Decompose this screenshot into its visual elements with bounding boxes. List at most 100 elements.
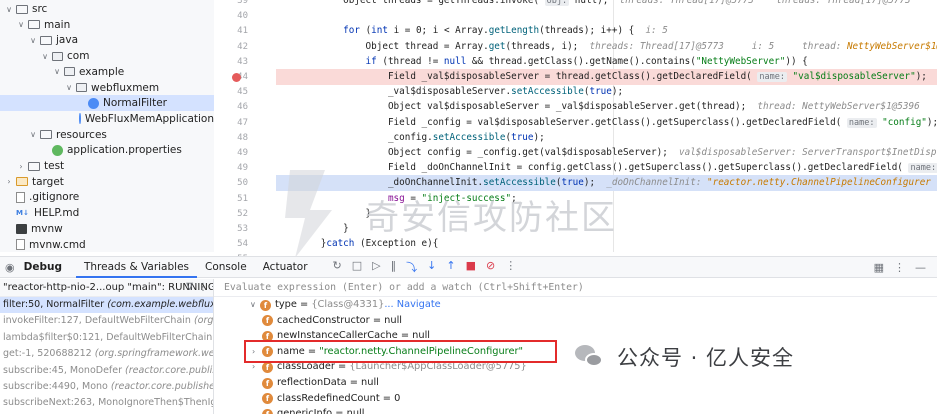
tree-item[interactable]: ∨ com bbox=[0, 48, 214, 64]
chevron-down-icon[interactable]: ∨ bbox=[28, 36, 38, 45]
thread-selector[interactable]: "reactor-http-nio-2...oup "main": RUNNIN… bbox=[0, 279, 213, 297]
code-line[interactable]: _doOnChannelInit.setAccessible(true); _d… bbox=[276, 175, 937, 192]
tree-item[interactable]: ∨ java bbox=[0, 32, 214, 48]
tree-item[interactable]: mvnw bbox=[0, 221, 214, 237]
code-token: true bbox=[589, 86, 612, 98]
code-line[interactable] bbox=[276, 8, 937, 24]
evaluate-expression-input[interactable]: Evaluate expression (Enter) or add a wat… bbox=[214, 279, 937, 297]
layout-icon[interactable]: ▦ bbox=[874, 257, 884, 279]
tree-item-label: main bbox=[44, 18, 71, 31]
editor-gutter[interactable]: 394041424344454647484949505152535455 bbox=[214, 0, 276, 264]
frame-package: (org.springfra bbox=[193, 315, 213, 327]
markdown-icon: M↓ bbox=[16, 209, 29, 218]
step-over-icon[interactable]: ⤵ bbox=[406, 259, 417, 275]
navigate-link[interactable]: ... Navigate bbox=[384, 297, 440, 313]
stack-frame[interactable]: subscribe:45, MonoDefer (reactor.core.pu… bbox=[0, 363, 213, 379]
project-tree: ∨ src ∨ main ∨ java ∨ com ∨ example ∨ webfluxmem Nor… bbox=[0, 0, 214, 252]
code-line[interactable]: Object val$disposableServer = _val$dispo… bbox=[276, 99, 937, 115]
tree-item[interactable]: .gitignore bbox=[0, 189, 214, 205]
chevron-right-icon[interactable]: › bbox=[252, 344, 262, 360]
tree-item[interactable]: M↓ HELP.md bbox=[0, 205, 214, 221]
stack-frame[interactable]: invokeFilter:127, DefaultWebFilterChain … bbox=[0, 313, 213, 329]
code-token: _doOnChannelInit. bbox=[276, 177, 484, 189]
variable-row[interactable]: f reflectionData = null bbox=[252, 375, 379, 391]
tree-item[interactable]: mvnw.cmd bbox=[0, 237, 214, 253]
stack-frame[interactable]: get:-1, 520688212 (org.springframework.w… bbox=[0, 346, 213, 362]
stop-red-icon[interactable]: ■ bbox=[466, 259, 476, 275]
variable-value: "reactor.netty.ChannelPipelineConfigurer… bbox=[319, 345, 524, 357]
chevron-down-icon[interactable]: ∨ bbox=[4, 5, 14, 14]
breakpoint-icon[interactable] bbox=[232, 72, 241, 82]
variable-equals: = bbox=[397, 330, 413, 342]
more-icon[interactable]: ⋮ bbox=[505, 259, 516, 275]
frame-method: invokeFilter:127, DefaultWebFilterChain bbox=[3, 315, 194, 327]
pause-icon[interactable]: ‖ bbox=[391, 259, 397, 275]
variable-row[interactable]: › f name = "reactor.netty.ChannelPipelineC… bbox=[252, 344, 523, 360]
stop-icon[interactable]: □ bbox=[352, 259, 362, 275]
code-line[interactable]: Field _doOnChannelInit = config.getClass… bbox=[276, 160, 937, 176]
code-line[interactable]: Object thread = Array.get(threads, i); t… bbox=[276, 39, 937, 55]
line-number: 54 bbox=[237, 239, 248, 250]
step-into-icon[interactable]: ↓ bbox=[427, 259, 436, 275]
code-line[interactable]: msg = "inject-error"; bbox=[276, 251, 937, 252]
variable-row[interactable]: f classRedefinedCount = 0 bbox=[252, 391, 400, 407]
chevron-down-icon[interactable]: ∨ bbox=[16, 20, 26, 29]
minimize-icon[interactable]: — bbox=[915, 257, 926, 279]
chevron-down-icon[interactable]: ∨ bbox=[28, 130, 38, 139]
code-line[interactable]: Field _val$disposableServer = thread.get… bbox=[276, 69, 937, 85]
mute-breakpoints-icon[interactable]: ⊘ bbox=[486, 259, 495, 275]
tree-item-label: java bbox=[56, 34, 78, 47]
step-out-icon[interactable]: ↑ bbox=[446, 259, 455, 275]
variable-name: classLoader bbox=[277, 361, 335, 373]
rerun-icon[interactable]: ↻ bbox=[333, 259, 342, 275]
code-token: ); bbox=[533, 131, 545, 143]
variable-row[interactable]: ∨ f type = {Class@4331} ... Navigate bbox=[250, 297, 441, 313]
more-icon[interactable]: ⋮ bbox=[894, 257, 905, 279]
chevron-down-icon[interactable]: ∨ bbox=[250, 297, 260, 313]
tree-item[interactable]: › target bbox=[0, 174, 214, 190]
code-line[interactable]: if (thread != null && thread.getClass().… bbox=[276, 54, 937, 70]
filter-icon[interactable]: ∇ bbox=[186, 279, 193, 297]
field-icon: f bbox=[260, 299, 271, 311]
tree-item[interactable]: WebFluxMemApplication bbox=[0, 111, 214, 127]
tree-item[interactable]: › test bbox=[0, 158, 214, 174]
stack-frame[interactable]: subscribeNext:263, MonoIgnoreThen$ThenIg… bbox=[0, 395, 213, 411]
chevron-down-icon[interactable]: ∨ bbox=[52, 67, 62, 76]
code-token: Object config = _config.get(val$disposab… bbox=[276, 147, 679, 158]
more-icon[interactable]: ⋮ bbox=[198, 279, 208, 297]
tree-item[interactable]: application.properties bbox=[0, 142, 214, 158]
variable-row[interactable]: f genericInfo = null bbox=[252, 406, 364, 414]
tab-console[interactable]: Console bbox=[197, 256, 255, 278]
variable-name: genericInfo bbox=[277, 408, 333, 414]
tree-item-label: webfluxmem bbox=[91, 81, 160, 94]
chevron-right-icon[interactable]: › bbox=[252, 359, 262, 375]
stack-frame[interactable]: filter:50, NormalFilter (com.example.web… bbox=[0, 297, 213, 314]
tree-item[interactable]: ∨ main bbox=[0, 17, 214, 33]
tree-item[interactable]: ∨ resources bbox=[0, 127, 214, 143]
stack-frame[interactable]: lambda$filter$0:121, DefaultWebFilterCha… bbox=[0, 330, 213, 346]
code-token: NettyWebServer$1@5396 bbox=[846, 40, 937, 52]
stack-frame[interactable]: subscribe:4490, Mono (reactor.core.publi… bbox=[0, 379, 213, 395]
code-line[interactable]: Field _config = val$disposableServer.get… bbox=[276, 115, 937, 131]
tree-item[interactable]: ∨ webfluxmem bbox=[0, 80, 214, 96]
resources-folder-icon bbox=[40, 130, 52, 140]
chevron-right-icon[interactable]: › bbox=[16, 162, 26, 171]
chevron-down-icon[interactable]: ∨ bbox=[64, 83, 74, 92]
variable-row[interactable]: › f classLoader = {Launcher$AppClassLoader… bbox=[252, 359, 527, 375]
folder-icon bbox=[28, 161, 40, 171]
code-line[interactable]: _config.setAccessible(true); bbox=[276, 130, 937, 146]
variable-row[interactable]: f newInstanceCallerCache = null bbox=[252, 328, 430, 344]
tree-item[interactable]: NormalFilter bbox=[0, 95, 214, 112]
chevron-right-icon[interactable]: › bbox=[4, 177, 14, 186]
tree-item[interactable]: ∨ src bbox=[0, 1, 214, 17]
code-line[interactable]: Object config = _config.get(val$disposab… bbox=[276, 145, 937, 161]
tab-threads-variables[interactable]: Threads & Variables bbox=[75, 256, 197, 278]
variable-row[interactable]: f cachedConstructor = null bbox=[252, 313, 402, 329]
tree-item[interactable]: ∨ example bbox=[0, 64, 214, 80]
code-line[interactable]: _val$disposableServer.setAccessible(true… bbox=[276, 84, 937, 100]
chevron-down-icon[interactable]: ∨ bbox=[40, 52, 50, 61]
variable-equals: = bbox=[346, 377, 362, 388]
tab-actuator[interactable]: Actuator bbox=[255, 256, 316, 278]
code-line[interactable]: for (int i = 0; i < Array.getLength(thre… bbox=[276, 23, 937, 39]
resume-icon[interactable]: ▷ bbox=[372, 259, 380, 275]
